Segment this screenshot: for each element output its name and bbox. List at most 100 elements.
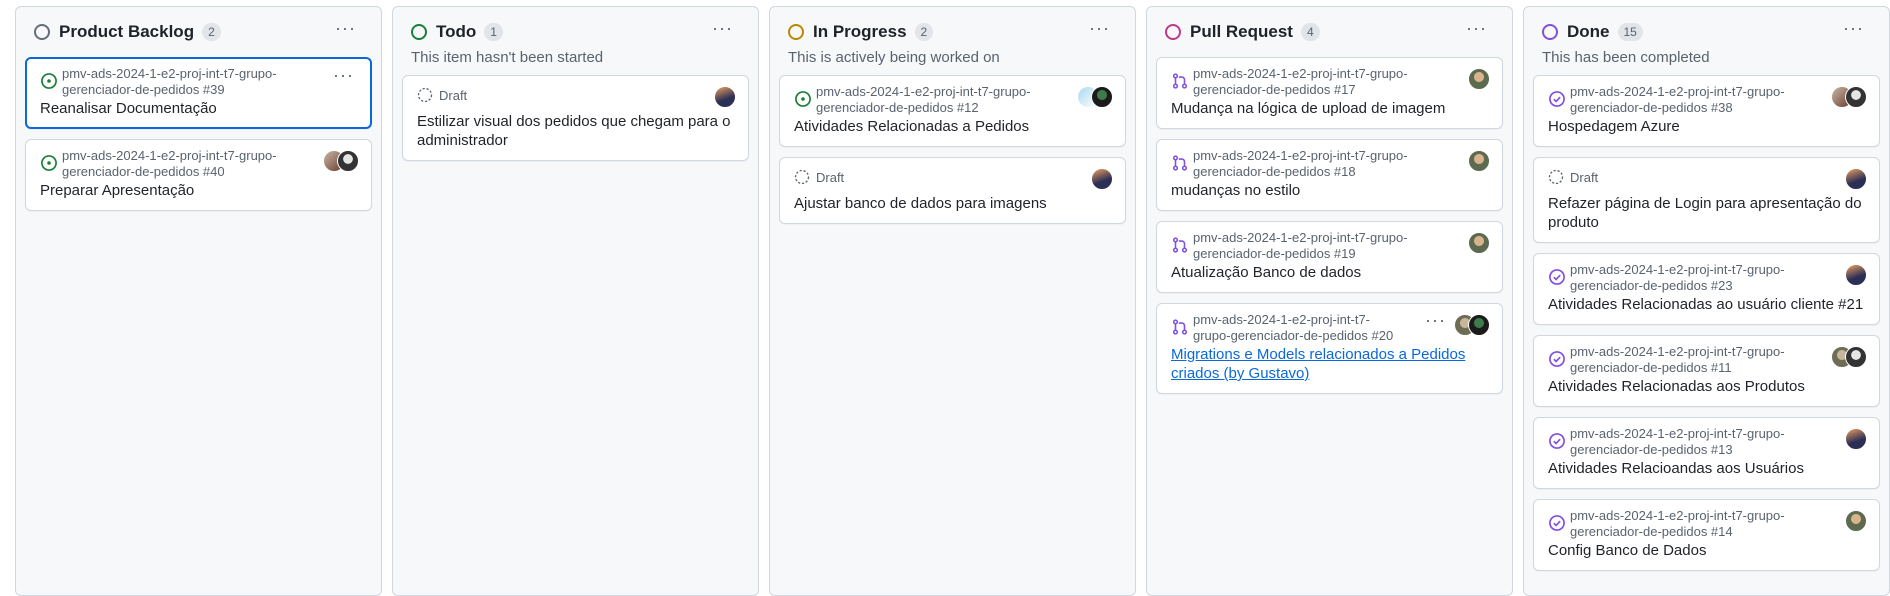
column-menu-button[interactable]: ··· <box>712 19 733 37</box>
column-count: 1 <box>484 23 503 41</box>
assignees <box>323 150 359 172</box>
issue-closed-icon <box>1549 91 1565 107</box>
avatar[interactable] <box>337 150 359 172</box>
card-repo-ref[interactable]: pmv-ads-2024-1-e2-proj-int-t7-grupo-gere… <box>1570 84 1813 116</box>
assignees <box>1468 68 1490 90</box>
status-circle-icon <box>1165 24 1181 40</box>
avatar[interactable] <box>1091 168 1113 190</box>
card[interactable]: pmv-ads-2024-1-e2-proj-int-t7-grupo-gere… <box>25 57 372 129</box>
card-title[interactable]: Atualização Banco de dados <box>1171 263 1488 282</box>
card-repo-ref[interactable]: pmv-ads-2024-1-e2-proj-int-t7-grupo-gere… <box>1193 148 1436 180</box>
column-menu-button[interactable]: ··· <box>335 19 356 37</box>
avatar[interactable] <box>1468 232 1490 254</box>
card-repo-ref[interactable]: pmv-ads-2024-1-e2-proj-int-t7-grupo-gere… <box>1570 344 1813 376</box>
card-title[interactable]: Hospedagem Azure <box>1548 117 1865 136</box>
card-repo-ref[interactable]: pmv-ads-2024-1-e2-proj-int-t7-grupo-gere… <box>1193 230 1436 262</box>
avatar[interactable] <box>1845 346 1867 368</box>
card[interactable]: pmv-ads-2024-1-e2-proj-int-t7-grupo-gere… <box>25 139 372 211</box>
card-menu-button[interactable]: ··· <box>1425 311 1446 329</box>
avatar[interactable] <box>1845 168 1867 190</box>
avatar[interactable] <box>1468 150 1490 172</box>
column-in-progress: In Progress 2 ··· This is actively being… <box>769 6 1136 596</box>
column-count: 2 <box>914 23 934 41</box>
card-repo-ref[interactable]: pmv-ads-2024-1-e2-proj-int-t7-grupo-gere… <box>1193 312 1406 344</box>
issue-open-icon <box>41 155 57 171</box>
column-header: Done 15 ··· <box>1533 7 1880 57</box>
issue-open-icon <box>795 91 811 107</box>
assignees <box>1845 264 1867 286</box>
card[interactable]: pmv-ads-2024-1-e2-proj-int-t7-grupo-gere… <box>1156 303 1503 394</box>
card-repo-ref[interactable]: pmv-ads-2024-1-e2-proj-int-t7-grupo-gere… <box>1570 262 1813 294</box>
project-board: Product Backlog 2 ··· pmv-ads-2024-1-e2-… <box>0 0 1890 596</box>
issue-open-icon <box>41 73 57 89</box>
card-title[interactable]: Refazer página de Login para apresentaçã… <box>1548 194 1865 232</box>
pull-request-icon <box>1172 237 1188 253</box>
assignees <box>1845 168 1867 190</box>
card[interactable]: pmv-ads-2024-1-e2-proj-int-t7-grupo-gere… <box>1533 499 1880 571</box>
draft-label: Draft <box>816 169 845 185</box>
column-done: Done 15 ··· This has been completed pmv-… <box>1523 6 1890 596</box>
avatar[interactable] <box>714 86 736 108</box>
avatar[interactable] <box>1845 428 1867 450</box>
card[interactable]: pmv-ads-2024-1-e2-proj-int-t7-grupo-gere… <box>779 75 1126 147</box>
card-repo-ref[interactable]: pmv-ads-2024-1-e2-proj-int-t7-grupo-gere… <box>1570 426 1813 458</box>
status-circle-icon <box>788 24 804 40</box>
assignees <box>1831 86 1867 108</box>
card-title[interactable]: Preparar Apresentação <box>40 181 357 200</box>
card-title[interactable]: Atividades Relacioandas aos Usuários <box>1548 459 1865 478</box>
draft-icon <box>1548 169 1564 185</box>
column-title: Product Backlog <box>59 22 195 41</box>
card[interactable]: pmv-ads-2024-1-e2-proj-int-t7-grupo-gere… <box>1156 139 1503 211</box>
assignees <box>1468 150 1490 172</box>
card-title[interactable]: mudanças no estilo <box>1171 181 1488 200</box>
card[interactable]: pmv-ads-2024-1-e2-proj-int-t7-grupo-gere… <box>1533 335 1880 407</box>
column-header: In Progress 2 ··· <box>779 7 1126 57</box>
card-repo-ref[interactable]: pmv-ads-2024-1-e2-proj-int-t7-grupo-gere… <box>62 66 305 98</box>
card[interactable]: pmv-ads-2024-1-e2-proj-int-t7-grupo-gere… <box>1533 75 1880 147</box>
card-title[interactable]: Atividades Relacionadas aos Produtos <box>1548 377 1865 396</box>
card-title[interactable]: Config Banco de Dados <box>1548 541 1865 560</box>
column-menu-button[interactable]: ··· <box>1466 19 1487 37</box>
issue-closed-icon <box>1549 269 1565 285</box>
card-repo-ref[interactable]: pmv-ads-2024-1-e2-proj-int-t7-grupo-gere… <box>1570 508 1813 540</box>
card-menu-button[interactable]: ··· <box>333 66 354 84</box>
column-menu-button[interactable]: ··· <box>1089 19 1110 37</box>
assignees <box>1454 314 1490 336</box>
avatar[interactable] <box>1845 264 1867 286</box>
card[interactable]: pmv-ads-2024-1-e2-proj-int-t7-grupo-gere… <box>1533 253 1880 325</box>
assignees <box>1077 86 1113 108</box>
card-title[interactable]: Reanalisar Documentação <box>40 99 357 118</box>
card-repo-ref[interactable]: pmv-ads-2024-1-e2-proj-int-t7-grupo-gere… <box>62 148 305 180</box>
card-title[interactable]: Estilizar visual dos pedidos que chegam … <box>417 112 734 150</box>
avatar[interactable] <box>1468 314 1490 336</box>
pull-request-icon <box>1172 319 1188 335</box>
card-title-link[interactable]: Migrations e Models relacionados a Pedid… <box>1171 345 1488 383</box>
card-repo-ref[interactable]: pmv-ads-2024-1-e2-proj-int-t7-grupo-gere… <box>816 84 1059 116</box>
card-title[interactable]: Atividades Relacionadas a Pedidos <box>794 117 1111 136</box>
card-repo-ref[interactable]: pmv-ads-2024-1-e2-proj-int-t7-grupo-gere… <box>1193 66 1436 98</box>
avatar[interactable] <box>1468 68 1490 90</box>
card-title[interactable]: Atividades Relacionadas ao usuário clien… <box>1548 295 1865 314</box>
issue-closed-icon <box>1549 515 1565 531</box>
card-title[interactable]: Mudança na lógica de upload de imagem <box>1171 99 1488 118</box>
column-header: Todo 1 ··· <box>402 7 749 57</box>
card[interactable]: pmv-ads-2024-1-e2-proj-int-t7-grupo-gere… <box>1533 417 1880 489</box>
column-title: Pull Request <box>1190 22 1293 41</box>
card[interactable]: Draft Refazer página de Login para apres… <box>1533 157 1880 243</box>
column-todo: Todo 1 ··· This item hasn't been started… <box>392 6 759 596</box>
assignees <box>1468 232 1490 254</box>
pull-request-icon <box>1172 155 1188 171</box>
card[interactable]: pmv-ads-2024-1-e2-proj-int-t7-grupo-gere… <box>1156 221 1503 293</box>
card[interactable]: pmv-ads-2024-1-e2-proj-int-t7-grupo-gere… <box>1156 57 1503 129</box>
card-title[interactable]: Ajustar banco de dados para imagens <box>794 194 1111 213</box>
assignees <box>1091 168 1113 190</box>
avatar[interactable] <box>1845 510 1867 532</box>
card[interactable]: Draft Ajustar banco de dados para imagen… <box>779 157 1126 224</box>
avatar[interactable] <box>1845 86 1867 108</box>
column-title: Todo <box>436 22 477 41</box>
draft-icon <box>794 169 810 185</box>
avatar[interactable] <box>1091 86 1113 108</box>
column-menu-button[interactable]: ··· <box>1843 19 1864 37</box>
assignees <box>714 86 736 108</box>
card[interactable]: Draft Estilizar visual dos pedidos que c… <box>402 75 749 161</box>
